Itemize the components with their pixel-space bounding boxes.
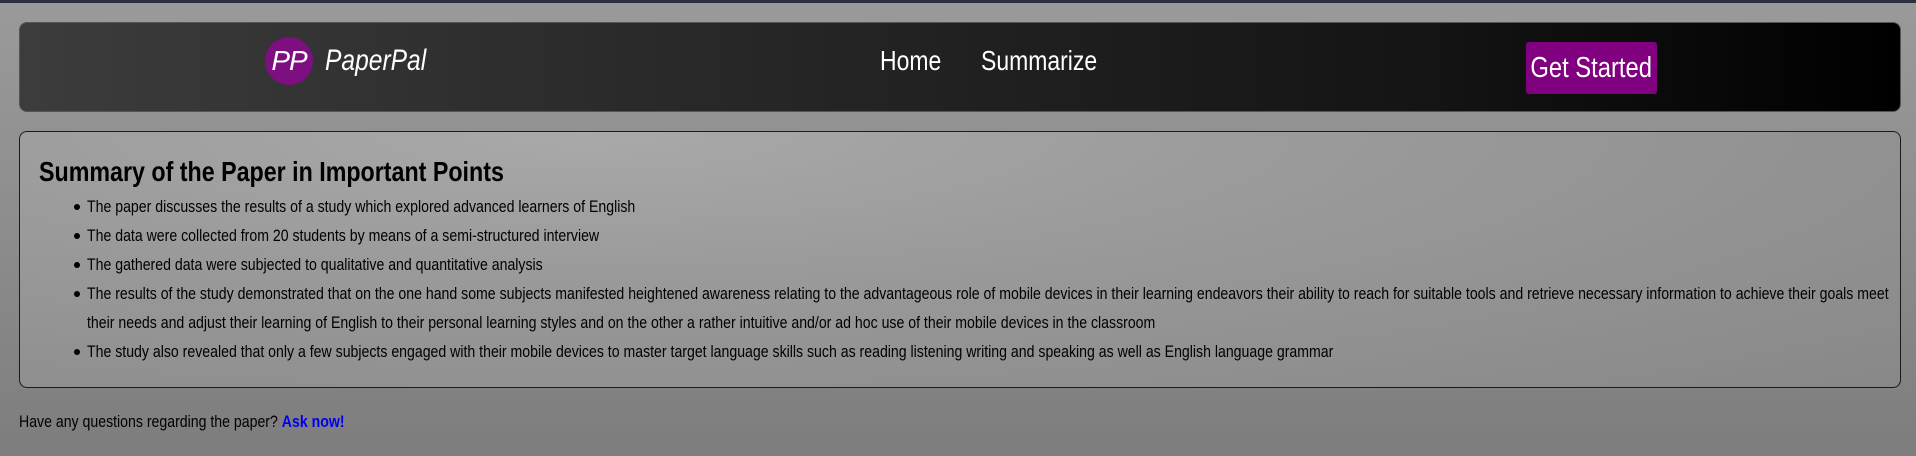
point-text: The paper discusses the results of a stu… — [87, 197, 636, 216]
point-text: The study also revealed that only a few … — [87, 342, 1334, 361]
summary-points: The paper discusses the results of a stu… — [39, 192, 1889, 366]
question-text: Have any questions regarding the paper? — [19, 412, 278, 431]
list-item: The results of the study demonstrated th… — [74, 279, 1889, 337]
point-text: The data were collected from 20 students… — [87, 226, 600, 245]
summary-card: Summary of the Paper in Important Points… — [19, 131, 1901, 388]
get-started-label: Get Started — [1530, 51, 1653, 84]
list-item: The gathered data were subjected to qual… — [74, 250, 1882, 279]
nav-link-summarize[interactable]: Summarize — [981, 45, 1097, 77]
get-started-button[interactable]: Get Started — [1526, 42, 1657, 94]
point-text: The gathered data were subjected to qual… — [87, 255, 543, 274]
list-item: The study also revealed that only a few … — [74, 337, 1882, 366]
logo-icon: PP — [265, 37, 313, 85]
nav-link-home[interactable]: Home — [880, 45, 941, 77]
ask-now-link[interactable]: Ask now! — [282, 412, 345, 431]
brand-name: PaperPal — [325, 44, 427, 77]
question-line: Have any questions regarding the paper? … — [19, 412, 345, 432]
top-border — [0, 0, 1916, 3]
point-text: The results of the study demonstrated th… — [87, 284, 1889, 332]
list-item: The paper discusses the results of a stu… — [74, 192, 1882, 221]
nav-links: Home Summarize — [880, 45, 1122, 77]
navbar: PP PaperPal Home Summarize Get Started — [19, 22, 1901, 112]
brand[interactable]: PP PaperPal — [265, 37, 448, 85]
summary-title: Summary of the Paper in Important Points — [39, 156, 504, 187]
list-item: The data were collected from 20 students… — [74, 221, 1882, 250]
